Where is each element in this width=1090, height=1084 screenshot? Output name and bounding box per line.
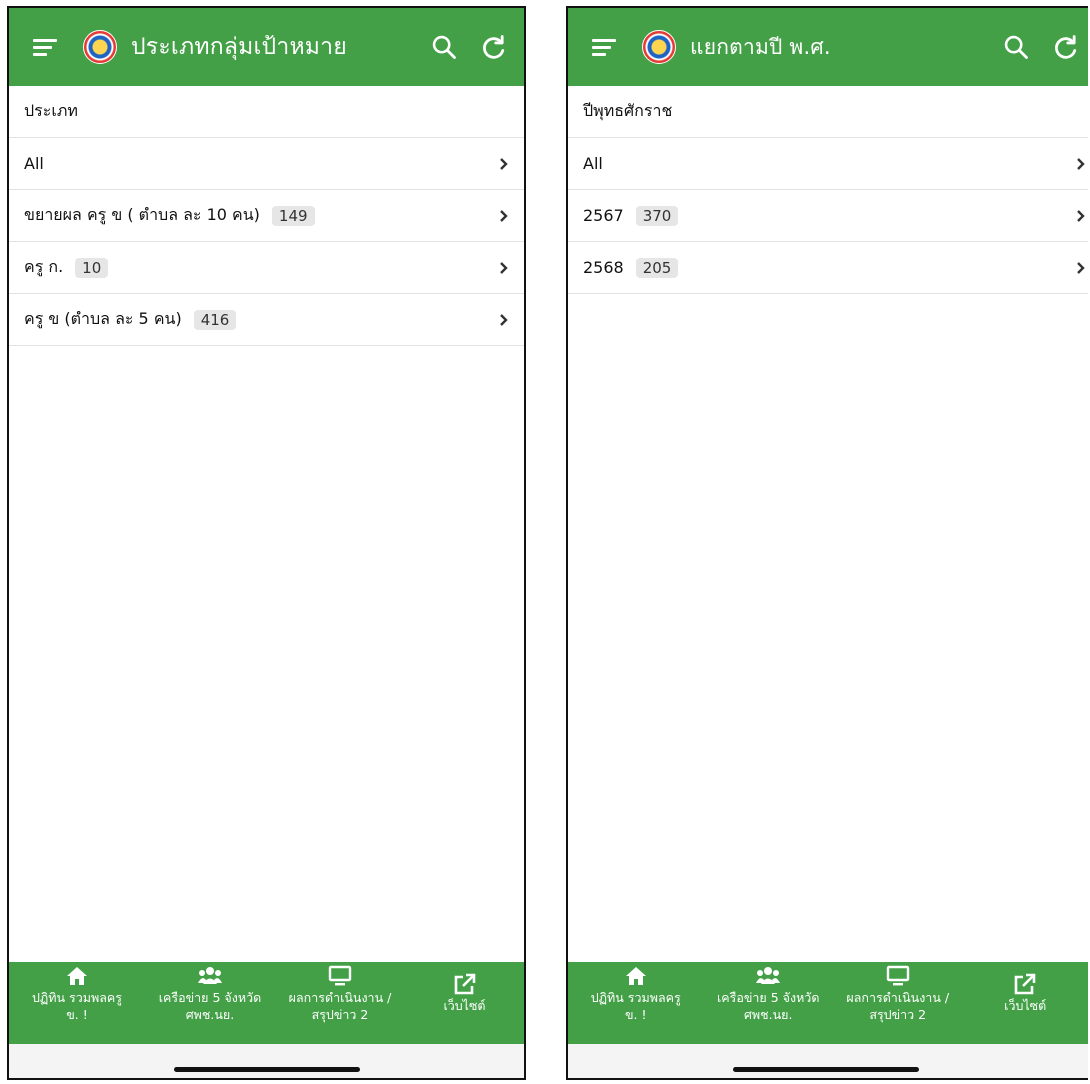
refresh-icon[interactable]	[1052, 33, 1080, 61]
nav-item-label: ผลการดำเนินงาน / สรุปข่าว 2	[846, 990, 950, 1022]
page-title: ประเภทกลุ่มเป้าหมาย	[131, 34, 347, 60]
monitor-icon	[886, 965, 909, 986]
category-list: All ขยายผล ครู ข ( ตำบล ละ 10 คน) 149 คร…	[9, 138, 524, 346]
menu-icon[interactable]	[33, 37, 59, 57]
list-item-label: All	[24, 154, 44, 173]
home-icon	[67, 967, 87, 985]
section-label: ประเภท	[9, 86, 524, 138]
page-title: แยกตามปี พ.ศ.	[690, 34, 831, 59]
chevron-right-icon	[500, 209, 508, 222]
users-icon	[198, 967, 222, 984]
nav-item-network[interactable]: เครือข่าย 5 จังหวัด ศพช.นย.	[145, 962, 275, 1044]
list-item-label: ครู ก.	[24, 257, 64, 276]
chevron-right-icon	[500, 157, 508, 170]
chevron-right-icon	[1077, 157, 1085, 170]
nav-item-label: เว็บไซต์	[1004, 998, 1047, 1013]
nav-item-calendar[interactable]: ปฏิทิน รวมพลครู ข. !	[9, 962, 145, 1044]
chevron-right-icon	[500, 261, 508, 274]
refresh-icon[interactable]	[480, 33, 508, 61]
home-indicator[interactable]	[733, 1067, 919, 1072]
list-item[interactable]: All	[568, 138, 1088, 190]
app-bar: ประเภทกลุ่มเป้าหมาย	[9, 8, 524, 86]
list-item-label: 2568	[583, 258, 624, 277]
list-item[interactable]: 2567 370	[568, 190, 1088, 242]
list-item[interactable]: ครู ข (ตำบล ละ 5 คน) 416	[9, 294, 524, 346]
count-badge: 416	[193, 309, 237, 330]
app-logo	[83, 30, 117, 64]
home-indicator[interactable]	[173, 1067, 360, 1072]
monitor-icon	[328, 965, 352, 986]
nav-item-label: ผลการดำเนินงาน / สรุปข่าว 2	[288, 990, 392, 1022]
home-indicator-area	[9, 1044, 524, 1078]
screen-target-group-type: ประเภทกลุ่มเป้าหมาย ประเภท All ขยายผล คร…	[7, 6, 526, 1080]
external-link-icon	[1014, 973, 1036, 995]
screen-by-year: แยกตามปี พ.ศ. ปีพุทธศักราช All 2567 370 …	[566, 6, 1088, 1080]
list-item[interactable]: All	[9, 138, 524, 190]
count-badge: 149	[271, 205, 315, 226]
nav-item-label: ปฏิทิน รวมพลครู ข. !	[590, 990, 681, 1022]
list-item-label: 2567	[583, 206, 624, 225]
nav-item-label: เครือข่าย 5 จังหวัด ศพช.นย.	[717, 990, 820, 1022]
nav-item-calendar[interactable]: ปฏิทิน รวมพลครู ข. !	[568, 962, 703, 1044]
nav-item-results[interactable]: ผลการดำเนินงาน / สรุปข่าว 2	[833, 962, 963, 1044]
count-badge: 10	[75, 257, 109, 278]
nav-item-network[interactable]: เครือข่าย 5 จังหวัด ศพช.นย.	[703, 962, 833, 1044]
nav-item-label: ปฏิทิน รวมพลครู ข. !	[31, 990, 123, 1022]
count-badge: 205	[635, 257, 679, 278]
search-icon[interactable]	[1002, 33, 1030, 61]
bottom-nav: ปฏิทิน รวมพลครู ข. ! เครือข่าย 5 จังหวัด…	[568, 962, 1088, 1044]
home-icon	[625, 967, 646, 985]
menu-icon[interactable]	[592, 37, 618, 57]
nav-item-website[interactable]: เว็บไซต์	[962, 962, 1088, 1044]
list-item[interactable]: ขยายผล ครู ข ( ตำบล ละ 10 คน) 149	[9, 190, 524, 242]
section-label: ปีพุทธศักราช	[568, 86, 1088, 138]
list-item[interactable]: 2568 205	[568, 242, 1088, 294]
list-item[interactable]: ครู ก. 10	[9, 242, 524, 294]
count-badge: 370	[635, 205, 679, 226]
bottom-nav: ปฏิทิน รวมพลครู ข. ! เครือข่าย 5 จังหวัด…	[9, 962, 524, 1044]
app-bar: แยกตามปี พ.ศ.	[568, 8, 1088, 86]
nav-item-label: เว็บไซต์	[443, 998, 486, 1013]
users-icon	[756, 967, 781, 984]
external-link-icon	[454, 973, 475, 995]
list-item-label: All	[583, 154, 603, 173]
list-item-label: ครู ข (ตำบล ละ 5 คน)	[24, 309, 182, 328]
nav-item-website[interactable]: เว็บไซต์	[405, 962, 524, 1044]
nav-item-results[interactable]: ผลการดำเนินงาน / สรุปข่าว 2	[275, 962, 405, 1044]
home-indicator-area	[568, 1044, 1088, 1078]
chevron-right-icon	[1077, 209, 1085, 222]
app-logo	[642, 30, 676, 64]
list-item-label: ขยายผล ครู ข ( ตำบล ละ 10 คน)	[24, 205, 260, 224]
chevron-right-icon	[500, 313, 508, 326]
chevron-right-icon	[1077, 261, 1085, 274]
search-icon[interactable]	[430, 33, 458, 61]
nav-item-label: เครือข่าย 5 จังหวัด ศพช.นย.	[158, 990, 262, 1022]
year-list: All 2567 370 2568 205	[568, 138, 1088, 294]
